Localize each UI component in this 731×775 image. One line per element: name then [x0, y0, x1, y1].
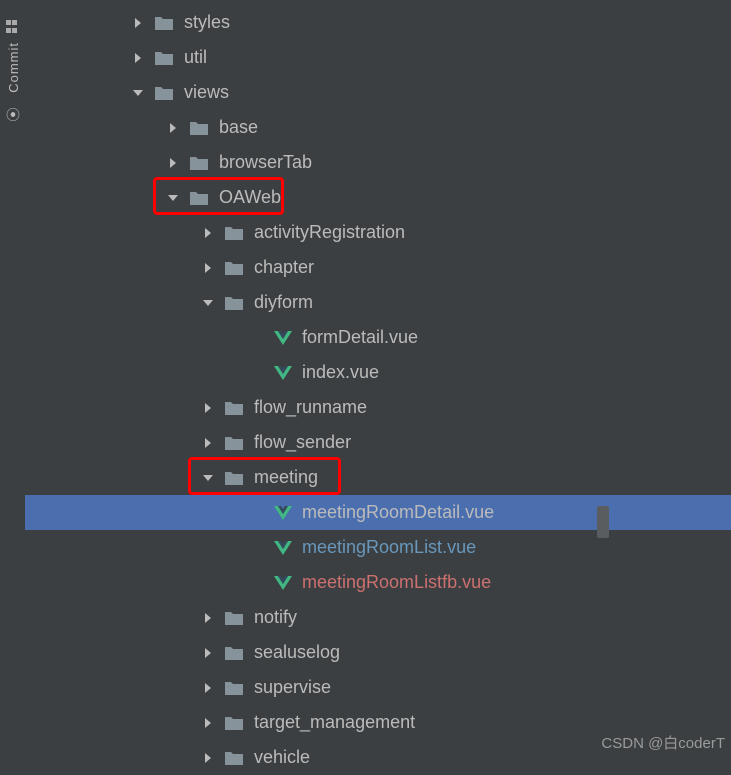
- tree-row[interactable]: index.vue: [25, 355, 731, 390]
- tree-row[interactable]: flow_runname: [25, 390, 731, 425]
- folder-icon: [224, 470, 244, 486]
- folder-icon: [189, 155, 209, 171]
- tree-item-label: views: [184, 82, 229, 103]
- tree-row[interactable]: OAWeb: [25, 180, 731, 215]
- chevron-right-icon[interactable]: [200, 400, 216, 416]
- folder-icon: [224, 680, 244, 696]
- chevron-down-icon[interactable]: [165, 190, 181, 206]
- vue-file-icon: [274, 365, 292, 381]
- tree-item-label: diyform: [254, 292, 313, 313]
- chevron-down-icon[interactable]: [200, 470, 216, 486]
- tree-row[interactable]: notify: [25, 600, 731, 635]
- folder-icon: [154, 85, 174, 101]
- tree-row[interactable]: styles: [25, 5, 731, 40]
- folder-icon: [224, 610, 244, 626]
- tree-item-label: meetingRoomDetail.vue: [302, 502, 494, 523]
- tree-item-label: formDetail.vue: [302, 327, 418, 348]
- tree-row[interactable]: meeting: [25, 460, 731, 495]
- tree-row[interactable]: supervise: [25, 670, 731, 705]
- folder-icon: [224, 225, 244, 241]
- tree-row[interactable]: activityRegistration: [25, 215, 731, 250]
- chevron-right-icon[interactable]: [165, 120, 181, 136]
- tree-item-label: vehicle: [254, 747, 310, 768]
- tree-item-label: meeting: [254, 467, 318, 488]
- tree-row[interactable]: flow_sender: [25, 425, 731, 460]
- folder-icon: [189, 190, 209, 206]
- tree-item-label: styles: [184, 12, 230, 33]
- tree-row[interactable]: meetingRoomDetail.vue: [25, 495, 731, 530]
- commit-glyph-icon: ⦿: [6, 105, 20, 125]
- chevron-right-icon[interactable]: [200, 715, 216, 731]
- tree-row[interactable]: util: [25, 40, 731, 75]
- vue-file-icon: [274, 575, 292, 591]
- tree-item-label: flow_sender: [254, 432, 351, 453]
- folder-icon: [224, 645, 244, 661]
- chevron-down-icon[interactable]: [130, 85, 146, 101]
- folder-icon: [224, 260, 244, 276]
- tree-item-label: index.vue: [302, 362, 379, 383]
- chevron-right-icon[interactable]: [130, 15, 146, 31]
- tree-item-label: chapter: [254, 257, 314, 278]
- commit-side-tab[interactable]: Commit ⦿: [2, 20, 24, 170]
- watermark: CSDN @白coderT: [601, 732, 725, 753]
- tree-item-label: util: [184, 47, 207, 68]
- tree-row[interactable]: diyform: [25, 285, 731, 320]
- tree-item-label: sealuselog: [254, 642, 340, 663]
- vue-file-icon: [274, 330, 292, 346]
- scrollbar-thumb[interactable]: [597, 506, 609, 538]
- project-tree[interactable]: styles util views base browserTab OAWeb activi…: [25, 0, 731, 759]
- chevron-right-icon[interactable]: [200, 610, 216, 626]
- tree-item-label: browserTab: [219, 152, 312, 173]
- chevron-right-icon[interactable]: [200, 225, 216, 241]
- folder-icon: [224, 435, 244, 451]
- folder-icon: [154, 15, 174, 31]
- chevron-right-icon[interactable]: [200, 645, 216, 661]
- tree-row[interactable]: meetingRoomList.vue: [25, 530, 731, 565]
- chevron-right-icon[interactable]: [200, 750, 216, 766]
- chevron-down-icon[interactable]: [200, 295, 216, 311]
- tree-row[interactable]: base: [25, 110, 731, 145]
- tree-item-label: base: [219, 117, 258, 138]
- grid-icon: [6, 20, 20, 34]
- tree-item-label: flow_runname: [254, 397, 367, 418]
- folder-icon: [224, 295, 244, 311]
- folder-icon: [224, 400, 244, 416]
- tree-item-label: notify: [254, 607, 297, 628]
- chevron-right-icon[interactable]: [165, 155, 181, 171]
- chevron-right-icon[interactable]: [130, 50, 146, 66]
- tree-row[interactable]: browserTab: [25, 145, 731, 180]
- side-tab-label: Commit: [6, 42, 21, 93]
- chevron-right-icon[interactable]: [200, 680, 216, 696]
- chevron-right-icon[interactable]: [200, 435, 216, 451]
- folder-icon: [224, 750, 244, 766]
- tree-row[interactable]: formDetail.vue: [25, 320, 731, 355]
- tree-item-label: meetingRoomList.vue: [302, 537, 476, 558]
- chevron-right-icon[interactable]: [200, 260, 216, 276]
- folder-icon: [189, 120, 209, 136]
- tree-row[interactable]: chapter: [25, 250, 731, 285]
- folder-icon: [224, 715, 244, 731]
- tree-row[interactable]: sealuselog: [25, 635, 731, 670]
- vue-file-icon: [274, 540, 292, 556]
- tree-item-label: target_management: [254, 712, 415, 733]
- vue-file-icon: [274, 505, 292, 521]
- tree-row[interactable]: views: [25, 75, 731, 110]
- folder-icon: [154, 50, 174, 66]
- tree-row[interactable]: meetingRoomListfb.vue: [25, 565, 731, 600]
- tree-item-label: meetingRoomListfb.vue: [302, 572, 491, 593]
- tree-item-label: supervise: [254, 677, 331, 698]
- tree-item-label: OAWeb: [219, 187, 281, 208]
- tree-item-label: activityRegistration: [254, 222, 405, 243]
